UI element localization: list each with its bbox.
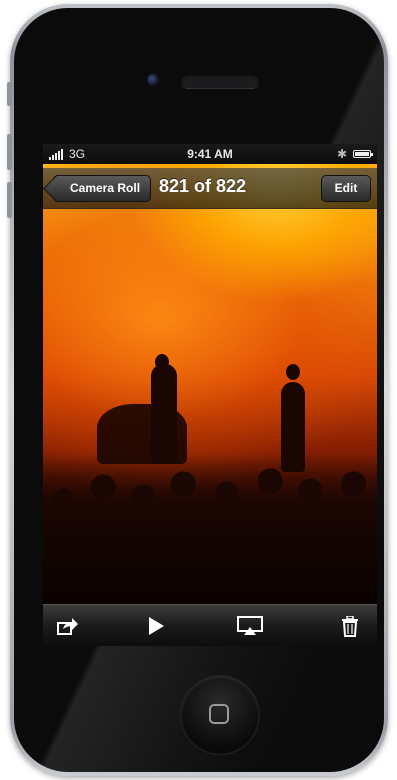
trash-icon xyxy=(342,615,358,637)
play-icon xyxy=(149,617,164,635)
delete-button[interactable] xyxy=(337,614,363,638)
mute-switch xyxy=(7,82,12,106)
status-bar: 3G 9:41 AM ✱ xyxy=(43,144,377,164)
photo-counter-title: 821 of 822 xyxy=(159,176,247,196)
battery-icon xyxy=(353,150,373,158)
navigation-bar: Camera Roll 821 of 822 Edit xyxy=(43,168,377,209)
performer-left-head xyxy=(155,354,169,370)
airplay-icon xyxy=(237,616,263,635)
earpiece-speaker xyxy=(181,74,259,88)
share-icon xyxy=(57,618,78,635)
play-slideshow-button[interactable] xyxy=(143,614,169,638)
phone-screen: 3G 9:41 AM ✱ Camera Roll 821 of 822 Edit xyxy=(43,144,377,646)
edit-button[interactable]: Edit xyxy=(321,175,371,202)
share-button[interactable] xyxy=(55,614,81,638)
home-square-icon xyxy=(209,704,229,724)
bottom-toolbar xyxy=(43,604,377,646)
airplay-button[interactable] xyxy=(237,614,263,638)
camera-roll-back-button[interactable]: Camera Roll xyxy=(53,175,152,202)
clock: 9:41 AM xyxy=(187,147,233,161)
volume-up-button xyxy=(7,134,12,170)
bluetooth-icon: ✱ xyxy=(336,147,347,161)
home-button[interactable] xyxy=(181,676,259,754)
front-camera-icon xyxy=(147,74,159,86)
concert-photo[interactable] xyxy=(43,164,377,604)
performer-right-head xyxy=(286,364,300,380)
volume-down-button xyxy=(7,182,12,218)
crowd xyxy=(43,454,377,604)
back-button-label: Camera Roll xyxy=(70,181,141,195)
